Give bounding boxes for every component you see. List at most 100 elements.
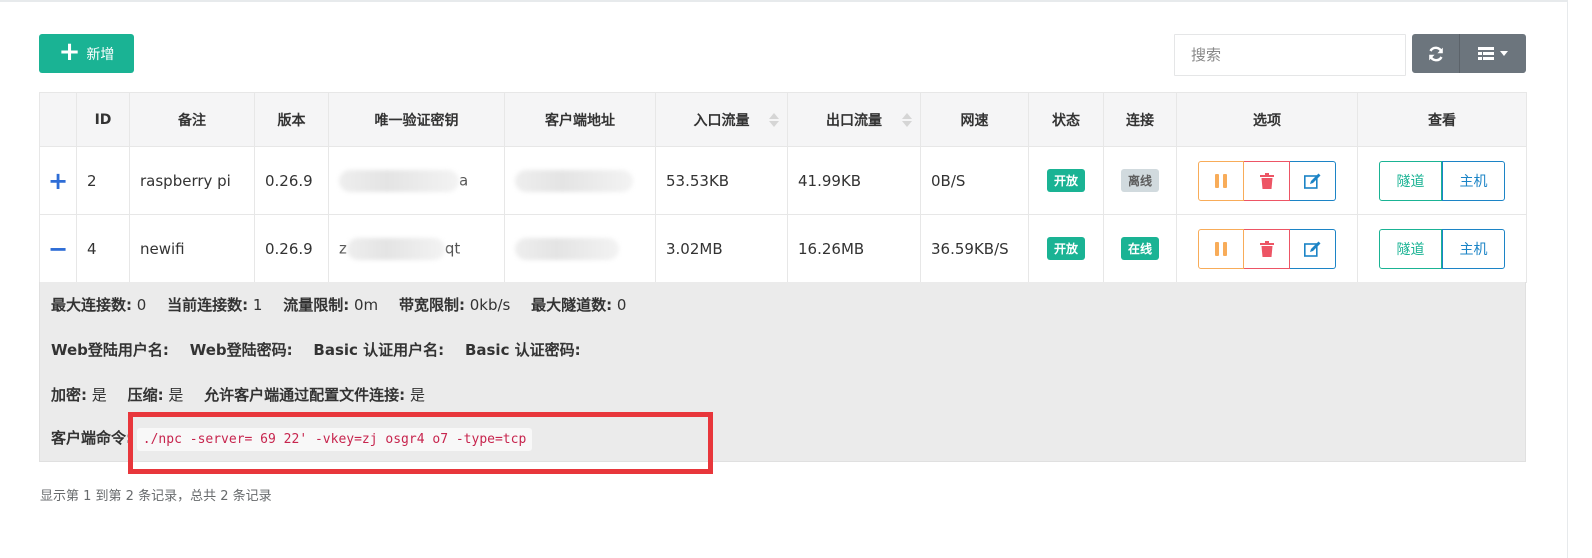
cell-client-address	[504, 146, 656, 215]
header-out-flow-label: 出口流量	[826, 112, 882, 129]
table-row: − 4 newifi 0.26.9 z qt 3.02MB 16.26MB 36.…	[39, 214, 1527, 283]
highlight-annotation-box	[128, 412, 713, 474]
cell-out-flow: 41.99KB	[787, 146, 921, 215]
cell-options	[1176, 214, 1358, 283]
detail-limits-line: 最大连接数: 0 当前连接数: 1 流量限制: 0m 带宽限制: 0kb/s 最…	[51, 294, 626, 315]
max-conn-label: 最大连接数:	[51, 296, 132, 314]
config-conn-value: 是	[409, 386, 425, 404]
table-header-row: ID 备注 版本 唯一验证密钥 客户端地址 入口流量 出口流量 网速 状态 连接…	[39, 92, 1527, 147]
table-row: + 2 raspberry pi 0.26.9 a 53.53KB 41.99K…	[39, 146, 1527, 215]
max-conn-value: 0	[136, 296, 147, 314]
cell-speed: 36.59KB/S	[920, 214, 1029, 283]
header-remark[interactable]: 备注	[129, 92, 255, 147]
redacted-blur	[515, 169, 633, 192]
host-button[interactable]: 主机	[1442, 160, 1505, 201]
options-group	[1198, 228, 1336, 269]
sort-icon	[902, 112, 912, 127]
expand-icon[interactable]: +	[48, 167, 68, 195]
connection-badge: 在线	[1120, 237, 1159, 260]
header-connection[interactable]: 连接	[1103, 92, 1177, 147]
cell-id: 4	[76, 214, 130, 283]
trash-icon	[1259, 240, 1274, 257]
header-in-flow[interactable]: 入口流量	[655, 92, 788, 147]
status-badge: 开放	[1046, 237, 1085, 260]
cell-speed: 0B/S	[920, 146, 1029, 215]
max-tunnel-value: 0	[616, 296, 627, 314]
connection-badge: 离线	[1120, 169, 1159, 192]
cell-out-flow: 16.26MB	[787, 214, 921, 283]
detail-options-line: 加密: 是 压缩: 是 允许客户端通过配置文件连接: 是	[51, 384, 425, 405]
max-tunnel-label: 最大隧道数:	[531, 296, 613, 314]
web-pass-label: Web登陆密码:	[189, 341, 293, 359]
edit-button[interactable]	[1290, 160, 1336, 201]
header-speed[interactable]: 网速	[920, 92, 1029, 147]
cell-remark: raspberry pi	[129, 146, 255, 215]
cell-client-address	[504, 214, 656, 283]
pause-button[interactable]	[1198, 228, 1244, 269]
flow-limit-value: 0m	[354, 296, 379, 314]
basic-user-label: Basic 认证用户名:	[313, 341, 445, 359]
cell-options	[1176, 146, 1358, 215]
collapse-icon[interactable]: −	[48, 235, 68, 263]
tunnel-button[interactable]: 隧道	[1379, 228, 1442, 269]
delete-button[interactable]	[1244, 160, 1290, 201]
cell-vkey: z qt	[328, 214, 505, 283]
edit-button[interactable]	[1290, 228, 1336, 269]
cell-version: 0.26.9	[254, 214, 329, 283]
header-version[interactable]: 版本	[254, 92, 329, 147]
rate-limit-label: 带宽限制:	[398, 296, 465, 314]
pause-button[interactable]	[1198, 160, 1244, 201]
search-input[interactable]	[1174, 34, 1406, 76]
header-client-address[interactable]: 客户端地址	[504, 92, 656, 147]
status-badge: 开放	[1046, 169, 1085, 192]
sort-icon	[769, 112, 779, 127]
compress-label: 压缩:	[127, 386, 164, 404]
trash-icon	[1259, 172, 1274, 189]
redacted-blur	[515, 237, 619, 260]
vkey-visible-end: qt	[444, 239, 461, 257]
basic-pass-label: Basic 认证密码:	[464, 341, 581, 359]
delete-button[interactable]	[1244, 228, 1290, 269]
cell-remark: newifi	[129, 214, 255, 283]
client-table: ID 备注 版本 唯一验证密钥 客户端地址 入口流量 出口流量 网速 状态 连接…	[39, 92, 1527, 283]
pause-icon	[1215, 173, 1227, 188]
crypt-label: 加密:	[51, 386, 87, 404]
compress-value: 是	[168, 386, 184, 404]
cell-in-flow: 53.53KB	[655, 146, 788, 215]
header-out-flow[interactable]: 出口流量	[787, 92, 921, 147]
edit-icon	[1303, 241, 1320, 257]
refresh-icon	[1428, 46, 1443, 61]
vkey-visible: z	[339, 239, 347, 257]
list-icon	[1478, 46, 1494, 60]
columns-toggle-button[interactable]	[1460, 34, 1526, 73]
cur-conn-value: 1	[252, 296, 263, 314]
view-group: 隧道 主机	[1379, 228, 1505, 269]
options-group	[1198, 160, 1336, 201]
web-user-label: Web登陆用户名:	[51, 341, 169, 359]
header-view: 查看	[1357, 92, 1527, 147]
header-vkey[interactable]: 唯一验证密钥	[328, 92, 505, 147]
right-border	[1567, 0, 1568, 558]
cmd-label: 客户端命令:	[51, 429, 132, 447]
vkey-visible: a	[459, 171, 469, 189]
header-id[interactable]: ID	[76, 92, 130, 147]
detail-auth-line: Web登陆用户名: Web登陆密码: Basic 认证用户名: Basic 认证…	[51, 339, 581, 360]
tunnel-button[interactable]: 隧道	[1379, 160, 1442, 201]
page: + 新增 搜索 ID 备注 版本 唯一验证密钥 客户端地址 入口流量 出口流量 …	[0, 0, 1592, 558]
cell-vkey: a	[328, 146, 505, 215]
cell-view: 隧道 主机	[1357, 214, 1527, 283]
cell-in-flow: 3.02MB	[655, 214, 788, 283]
config-conn-label: 允许客户端通过配置文件连接:	[204, 386, 406, 404]
redacted-blur	[339, 169, 459, 192]
flow-limit-label: 流量限制:	[283, 296, 350, 314]
table-tools	[1412, 34, 1526, 73]
add-button-label: 新增	[86, 46, 115, 63]
cell-view: 隧道 主机	[1357, 146, 1527, 215]
add-button[interactable]: + 新增	[39, 34, 134, 73]
host-button[interactable]: 主机	[1442, 228, 1505, 269]
rate-limit-value: 0kb/s	[469, 296, 511, 314]
refresh-button[interactable]	[1412, 34, 1460, 73]
view-group: 隧道 主机	[1379, 160, 1505, 201]
cell-version: 0.26.9	[254, 146, 329, 215]
header-status[interactable]: 状态	[1028, 92, 1104, 147]
